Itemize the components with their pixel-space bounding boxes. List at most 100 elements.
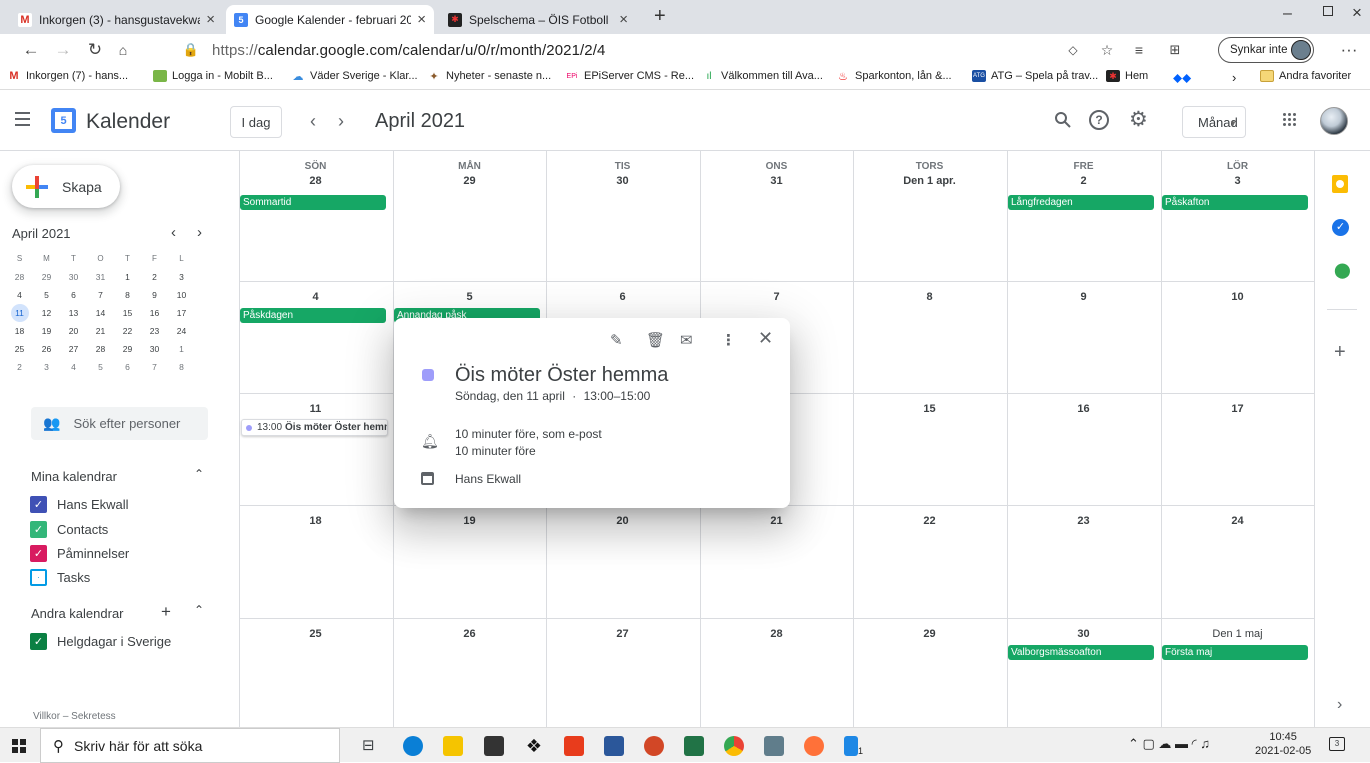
day-number[interactable]: 29: [853, 628, 1006, 640]
mini-day[interactable]: 23: [141, 322, 168, 340]
day-number[interactable]: 21: [700, 515, 853, 527]
mini-day[interactable]: 3: [33, 358, 60, 376]
notification-icon[interactable]: 3: [1329, 737, 1345, 751]
mini-day[interactable]: 7: [141, 358, 168, 376]
day-number[interactable]: 8: [853, 291, 1006, 303]
bookmark-santander[interactable]: ♨ Sparkonton, lån &...: [836, 70, 952, 83]
maximize-icon[interactable]: [1323, 6, 1333, 16]
system-clock[interactable]: 10:45 2021-02-05: [1255, 730, 1311, 758]
calendar-item-reminders[interactable]: ✓ Påminnelser: [30, 545, 129, 562]
day-number[interactable]: 25: [239, 628, 392, 640]
day-number[interactable]: 4: [239, 291, 392, 303]
timed-event-chip[interactable]: 13:00 Öis möter Öster hemma: [241, 419, 388, 436]
calendar-item-holidays[interactable]: ✓ Helgdagar i Sverige: [30, 633, 171, 650]
file-explorer-icon[interactable]: [443, 736, 463, 756]
tab-ois[interactable]: ✱ Spelschema – ÖIS Fotboll ×: [440, 5, 636, 34]
close-icon[interactable]: ✕: [758, 328, 773, 349]
account-avatar[interactable]: [1320, 107, 1348, 135]
minimize-icon[interactable]: –: [1283, 5, 1292, 23]
day-number[interactable]: 10: [1161, 291, 1314, 303]
mini-day[interactable]: 31: [87, 268, 114, 286]
favorites-list-icon[interactable]: ≡: [1128, 39, 1150, 61]
edit-icon[interactable]: ✎: [610, 331, 623, 349]
mini-day[interactable]: 16: [141, 304, 168, 322]
next-month-icon[interactable]: ›: [338, 111, 344, 132]
calendar-item-tasks[interactable]: · Tasks: [30, 569, 90, 586]
day-number[interactable]: 22: [853, 515, 1006, 527]
mini-day[interactable]: 6: [114, 358, 141, 376]
mini-day[interactable]: 22: [114, 322, 141, 340]
powerpoint-icon[interactable]: [644, 736, 664, 756]
day-number[interactable]: 15: [853, 403, 1006, 415]
edge-icon[interactable]: [403, 736, 423, 756]
day-number[interactable]: 30: [1007, 628, 1160, 640]
day-number[interactable]: 9: [1007, 291, 1160, 303]
day-number[interactable]: 29: [393, 175, 546, 187]
chrome-icon[interactable]: [724, 736, 744, 756]
prev-month-icon[interactable]: ‹: [310, 111, 316, 132]
firefox-icon[interactable]: [804, 736, 824, 756]
mini-day[interactable]: 9: [141, 286, 168, 304]
mini-day[interactable]: 7: [87, 286, 114, 304]
day-number[interactable]: 27: [546, 628, 699, 640]
taskbar-search[interactable]: ⚲ Skriv här för att söka: [40, 728, 340, 763]
mini-day[interactable]: 4: [60, 358, 87, 376]
mini-day[interactable]: 19: [33, 322, 60, 340]
day-number[interactable]: Den 1 maj: [1161, 628, 1314, 640]
mini-day[interactable]: 10: [168, 286, 195, 304]
day-number[interactable]: 19: [393, 515, 546, 527]
bookmark-home[interactable]: ✱ Hem: [1106, 70, 1148, 82]
task-view-icon[interactable]: ⊟: [362, 736, 375, 754]
checkbox-icon[interactable]: ·: [30, 569, 47, 586]
url-field[interactable]: https://calendar.google.com/calendar/u/0…: [212, 42, 605, 59]
settings-gear-icon[interactable]: ⚙: [1129, 107, 1148, 132]
mini-day[interactable]: 28: [6, 268, 33, 286]
tab-gmail[interactable]: M Inkorgen (3) - hansgustavekwall@ ×: [10, 5, 223, 34]
mini-day[interactable]: 28: [87, 340, 114, 358]
checkbox-icon[interactable]: ✓: [30, 545, 47, 562]
mini-day[interactable]: 5: [87, 358, 114, 376]
mini-day[interactable]: 17: [168, 304, 195, 322]
day-number[interactable]: Den 1 apr.: [853, 175, 1006, 187]
mini-day[interactable]: 13: [60, 304, 87, 322]
excel-icon[interactable]: [684, 736, 704, 756]
expand-panel-icon[interactable]: ›: [1337, 696, 1342, 714]
mini-day[interactable]: 30: [141, 340, 168, 358]
close-icon[interactable]: ×: [619, 11, 628, 28]
new-tab-button[interactable]: +: [654, 5, 666, 28]
all-day-event[interactable]: Påskdagen: [240, 308, 386, 323]
bookmark-episerver[interactable]: EPi EPiServer CMS - Re...: [565, 70, 694, 82]
mini-day[interactable]: 1: [168, 340, 195, 358]
mini-day[interactable]: 25: [6, 340, 33, 358]
other-calendars-title[interactable]: Andra kalendrar: [31, 606, 124, 621]
mini-day[interactable]: 5: [33, 286, 60, 304]
day-number[interactable]: 31: [700, 175, 853, 187]
mini-day[interactable]: 11: [10, 304, 29, 322]
store-icon[interactable]: [484, 736, 504, 756]
dropbox-icon[interactable]: ⬥⬥: [1173, 70, 1191, 86]
chevron-up-icon[interactable]: ⌃: [194, 603, 204, 617]
mini-day[interactable]: 1: [114, 268, 141, 286]
favorite-star-icon[interactable]: ☆: [1096, 39, 1118, 61]
calendar-item-hans-ekwall[interactable]: ✓ Hans Ekwall: [30, 496, 129, 513]
day-number[interactable]: 18: [239, 515, 392, 527]
view-selector[interactable]: Månad ▼: [1182, 106, 1246, 138]
create-button[interactable]: Skapa: [12, 165, 120, 208]
apps-grid-icon[interactable]: [1283, 113, 1297, 127]
sync-button[interactable]: Synkar inte: [1218, 37, 1314, 63]
keep-icon[interactable]: [1332, 175, 1348, 193]
mini-day[interactable]: 20: [60, 322, 87, 340]
day-number[interactable]: 3: [1161, 175, 1314, 187]
mini-day[interactable]: 4: [6, 286, 33, 304]
close-icon[interactable]: ×: [417, 11, 426, 28]
phone-icon[interactable]: [844, 736, 858, 756]
mini-next-icon[interactable]: ›: [197, 224, 202, 241]
day-number[interactable]: 30: [546, 175, 699, 187]
day-number[interactable]: 23: [1007, 515, 1160, 527]
back-icon[interactable]: ←: [20, 39, 42, 61]
home-icon[interactable]: ⌂: [112, 39, 134, 61]
day-number[interactable]: 24: [1161, 515, 1314, 527]
help-icon[interactable]: ?: [1089, 110, 1109, 130]
all-day-event[interactable]: Långfredagen: [1008, 195, 1154, 210]
mini-day[interactable]: 3: [168, 268, 195, 286]
